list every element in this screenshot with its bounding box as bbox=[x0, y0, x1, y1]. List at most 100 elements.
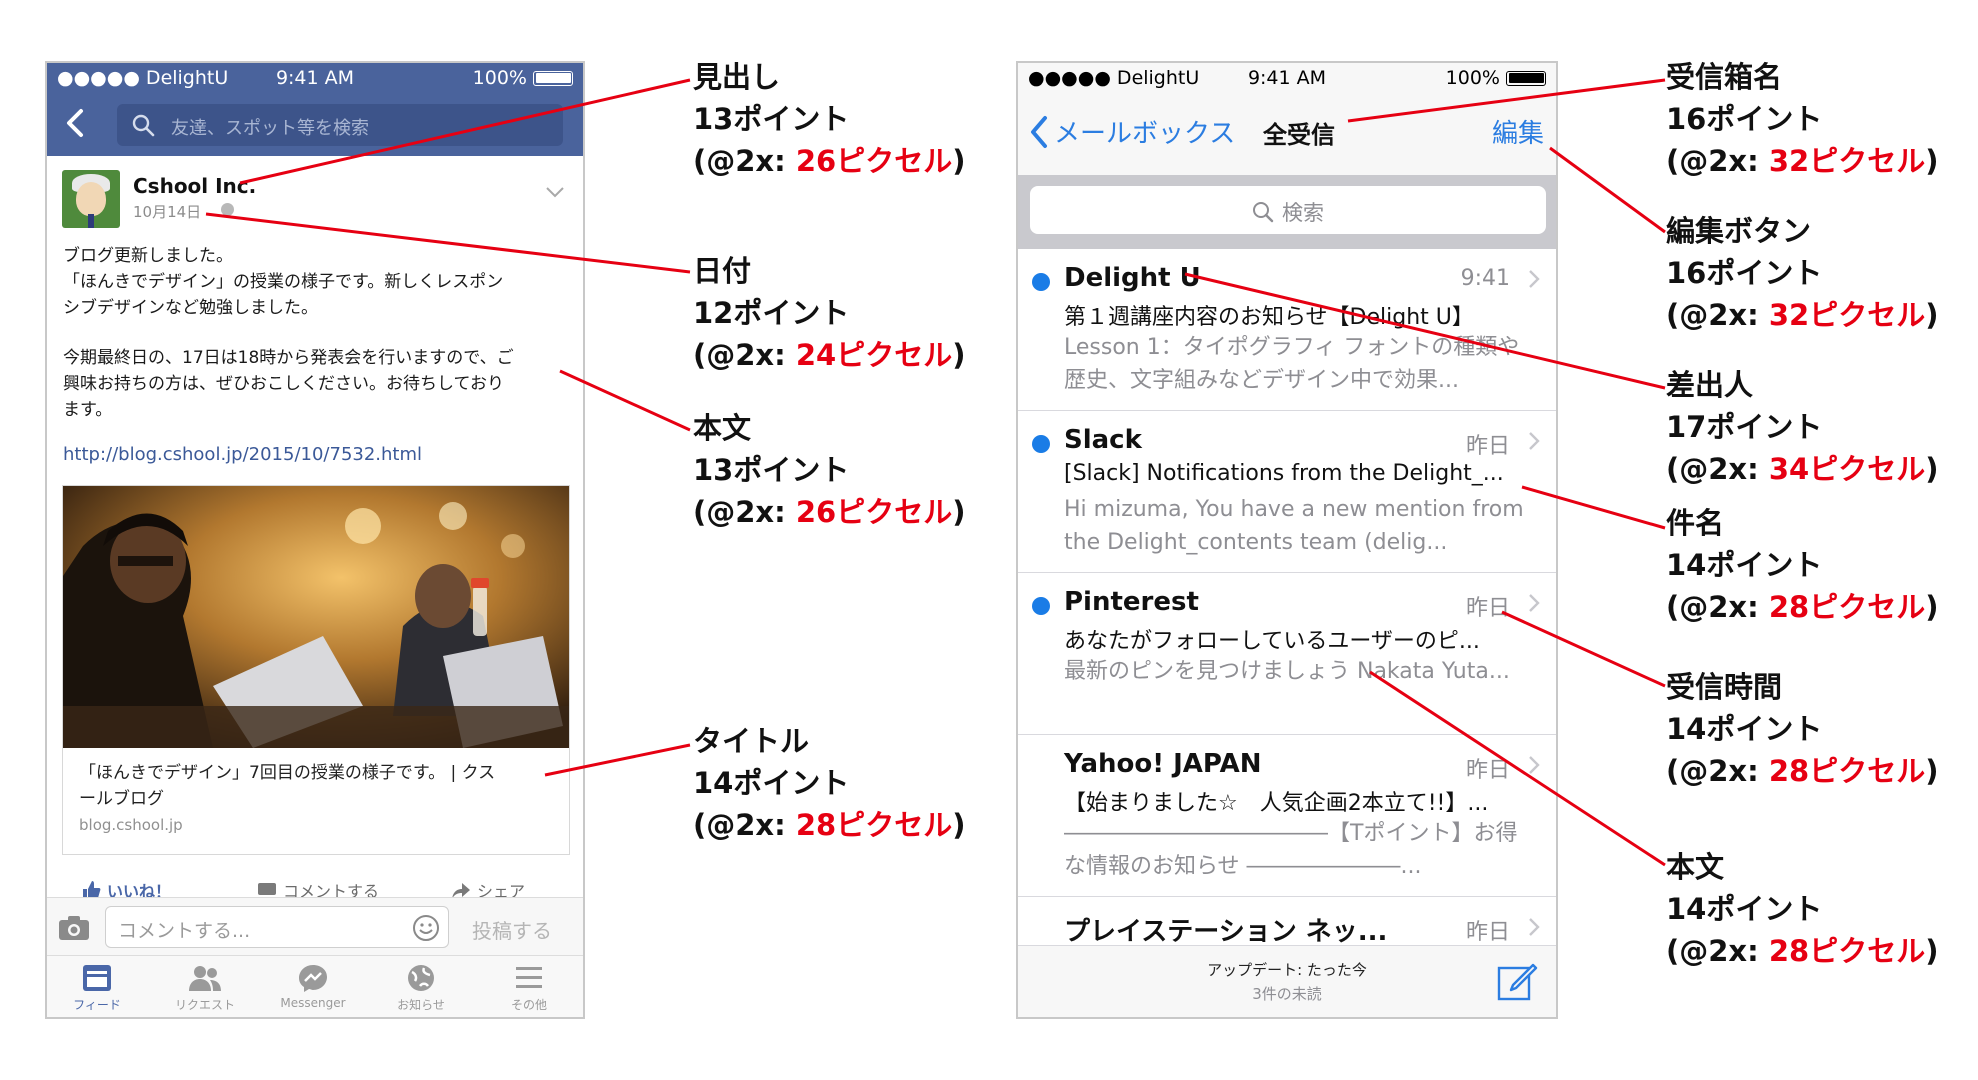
post-card: Cshool Inc. 10月14日 ブログ更新しました。 「ほんきでデザイン」… bbox=[47, 156, 583, 897]
message-row[interactable]: Delight U 9:41 第１週講座内容のお知らせ【Delight U】 L… bbox=[1018, 249, 1556, 411]
tab-messenger[interactable]: Messenger bbox=[263, 964, 363, 1010]
tab-label: お知らせ bbox=[397, 998, 445, 1012]
share-button[interactable]: シェア bbox=[451, 878, 525, 897]
status-bar: ●●●●● DelightU 9:41 AM 100% bbox=[47, 63, 583, 95]
annotation-subject: 件名 14ポイント (@2x: 28ピクセル) bbox=[1666, 502, 1938, 628]
comment-button[interactable]: コメントする bbox=[257, 878, 379, 897]
message-time: 昨日 bbox=[1465, 434, 1510, 459]
annotation-mail-body: 本文 14ポイント (@2x: 28ピクセル) bbox=[1666, 846, 1938, 972]
chevron-right-icon bbox=[1529, 918, 1540, 936]
search-icon bbox=[132, 114, 155, 137]
search-placeholder: 友達、スポット等を検索 bbox=[171, 118, 369, 139]
annotation-points: 17ポイント bbox=[1666, 410, 1823, 444]
search-area: 検索 bbox=[1018, 175, 1556, 249]
link-domain: blog.cshool.jp bbox=[79, 816, 183, 834]
link-title-line: ールブログ bbox=[79, 789, 164, 809]
post-link[interactable]: http://blog.cshool.jp/2015/10/7532.html bbox=[63, 444, 422, 465]
message-time: 昨日 bbox=[1465, 920, 1510, 945]
annotation-label: 受信時間 bbox=[1666, 670, 1783, 704]
annotation-points: 12ポイント bbox=[693, 296, 850, 330]
message-preview: ――――――――――――【Tポイント】お得な情報のお知らせ ―――――――... bbox=[1064, 821, 1518, 879]
mail-phone: ●●●●● DelightU 9:41 AM 100% メールボックス 全受信 … bbox=[1016, 61, 1558, 1019]
back-chevron-icon bbox=[1031, 115, 1047, 148]
annotation-received-time: 受信時間 14ポイント (@2x: 28ピクセル) bbox=[1666, 666, 1938, 792]
post-author[interactable]: Cshool Inc. bbox=[133, 174, 256, 198]
like-label: いいね！ bbox=[107, 882, 172, 897]
message-row[interactable]: Yahoo! JAPAN 昨日 【始まりました☆ 人気企画2本立て!!】... … bbox=[1018, 735, 1556, 897]
status-bar: ●●●●● DelightU 9:41 AM 100% bbox=[1018, 63, 1556, 95]
search-placeholder: 検索 bbox=[1282, 201, 1324, 225]
tab-label: フィード bbox=[73, 998, 121, 1012]
message-sender: プレイステーション ネッ... bbox=[1064, 917, 1388, 947]
mailboxes-back-button[interactable]: メールボックス bbox=[1028, 113, 1235, 150]
post-body-line: 興味お持ちの方は、ぜひおこしください。お待ちしており bbox=[63, 374, 504, 394]
message-sender: Yahoo! JAPAN bbox=[1064, 749, 1262, 779]
menu-icon bbox=[516, 967, 542, 988]
message-preview: Lesson 1：タイポグラフィ フォントの種類や歴史、文字組みなどデザイン中で… bbox=[1064, 335, 1520, 393]
globe-icon bbox=[221, 203, 234, 216]
chevron-down-icon[interactable] bbox=[545, 186, 565, 198]
annotation-label: 件名 bbox=[1666, 506, 1725, 540]
comment-placeholder: コメントする... bbox=[118, 920, 251, 942]
link-preview-card[interactable]: 「ほんきでデザイン」7回目の授業の様子です。 | クス ールブログ blog.c… bbox=[62, 485, 570, 855]
message-row[interactable]: プレイステーション ネッ... 昨日 bbox=[1018, 897, 1556, 947]
avatar[interactable] bbox=[62, 170, 120, 228]
comment-bar: コメントする... 投稿する bbox=[47, 897, 583, 955]
annotation-body: 本文 13ポイント (@2x: 26ピクセル) bbox=[693, 407, 965, 533]
battery-percent: 100% bbox=[472, 67, 527, 89]
annotation-pixels: (@2x: 26ピクセル) bbox=[693, 144, 966, 178]
post-body-line: 今期最終日の、17日は18時から発表会を行いますので、ご bbox=[63, 348, 514, 368]
chevron-right-icon bbox=[1529, 432, 1540, 450]
annotation-sender: 差出人 17ポイント (@2x: 34ピクセル) bbox=[1666, 364, 1938, 490]
edit-button[interactable]: 編集 bbox=[1492, 113, 1544, 150]
annotation-label: 受信箱名 bbox=[1666, 60, 1783, 94]
thumbs-up-icon bbox=[83, 881, 101, 897]
battery-status: 100% bbox=[473, 67, 573, 89]
annotation-label: 差出人 bbox=[1666, 368, 1754, 402]
unread-count: 3件の未読 bbox=[1252, 985, 1322, 1003]
tab-requests[interactable]: リクエスト bbox=[155, 964, 255, 1013]
post-body-line: ます。 bbox=[63, 400, 113, 420]
post-body-line: シブデザインなど勉強しました。 bbox=[63, 298, 318, 318]
battery-icon bbox=[1506, 70, 1546, 86]
battery-status: 100% bbox=[1446, 67, 1546, 89]
message-time: 9:41 bbox=[1460, 266, 1510, 291]
post-date[interactable]: 10月14日 bbox=[133, 201, 201, 222]
tab-notifications[interactable]: お知らせ bbox=[371, 964, 471, 1013]
back-chevron-icon[interactable] bbox=[61, 103, 91, 143]
search-input[interactable]: 友達、スポット等を検索 bbox=[117, 104, 563, 146]
message-subject: 第１週講座内容のお知らせ【Delight U】 bbox=[1064, 305, 1474, 330]
compose-icon[interactable] bbox=[1496, 960, 1538, 1002]
friends-icon bbox=[189, 966, 221, 991]
annotation-date: 日付 12ポイント (@2x: 24ピクセル) bbox=[693, 250, 965, 376]
message-sender: Delight U bbox=[1064, 263, 1201, 293]
globe-notifications-icon bbox=[408, 965, 434, 991]
comment-icon bbox=[258, 883, 276, 895]
tab-more[interactable]: その他 bbox=[479, 964, 579, 1013]
search-input[interactable]: 検索 bbox=[1030, 186, 1546, 234]
message-row[interactable]: Pinterest 昨日 あなたがフォローしているユーザーのピ... 最新のピン… bbox=[1018, 573, 1556, 735]
camera-icon[interactable] bbox=[58, 915, 90, 941]
annotation-points: 16ポイント bbox=[1666, 256, 1823, 290]
like-button[interactable]: いいね！ bbox=[81, 878, 171, 897]
facebook-header: ●●●●● DelightU 9:41 AM 100% 友達、スポット等を検索 bbox=[47, 63, 583, 156]
inbox-title: 全受信 bbox=[1263, 121, 1335, 149]
post-button[interactable]: 投稿する bbox=[472, 915, 552, 944]
chevron-right-icon bbox=[1529, 756, 1540, 774]
annotation-pixels: (@2x: 28ピクセル) bbox=[1666, 934, 1939, 968]
annotation-title: タイトル 14ポイント (@2x: 28ピクセル) bbox=[693, 720, 965, 846]
annotation-pixels: (@2x: 28ピクセル) bbox=[693, 808, 966, 842]
smiley-icon[interactable] bbox=[412, 914, 440, 942]
message-sender: Slack bbox=[1064, 425, 1142, 455]
annotation-pixels: (@2x: 24ピクセル) bbox=[693, 338, 966, 372]
tab-feed[interactable]: フィード bbox=[47, 964, 147, 1013]
comment-input[interactable]: コメントする... bbox=[105, 906, 449, 948]
message-row[interactable]: Slack 昨日 [Slack] Notifications from the … bbox=[1018, 411, 1556, 573]
annotation-label: 本文 bbox=[1666, 850, 1725, 884]
message-sender: Pinterest bbox=[1064, 587, 1199, 617]
post-body: ブログ更新しました。 「ほんきでデザイン」の授業の様子です。新しくレスポン シブ… bbox=[63, 243, 563, 423]
message-time: 昨日 bbox=[1465, 596, 1510, 621]
annotation-label: タイトル bbox=[693, 724, 810, 758]
annotation-points: 16ポイント bbox=[1666, 102, 1823, 136]
share-label: シェア bbox=[477, 882, 526, 897]
